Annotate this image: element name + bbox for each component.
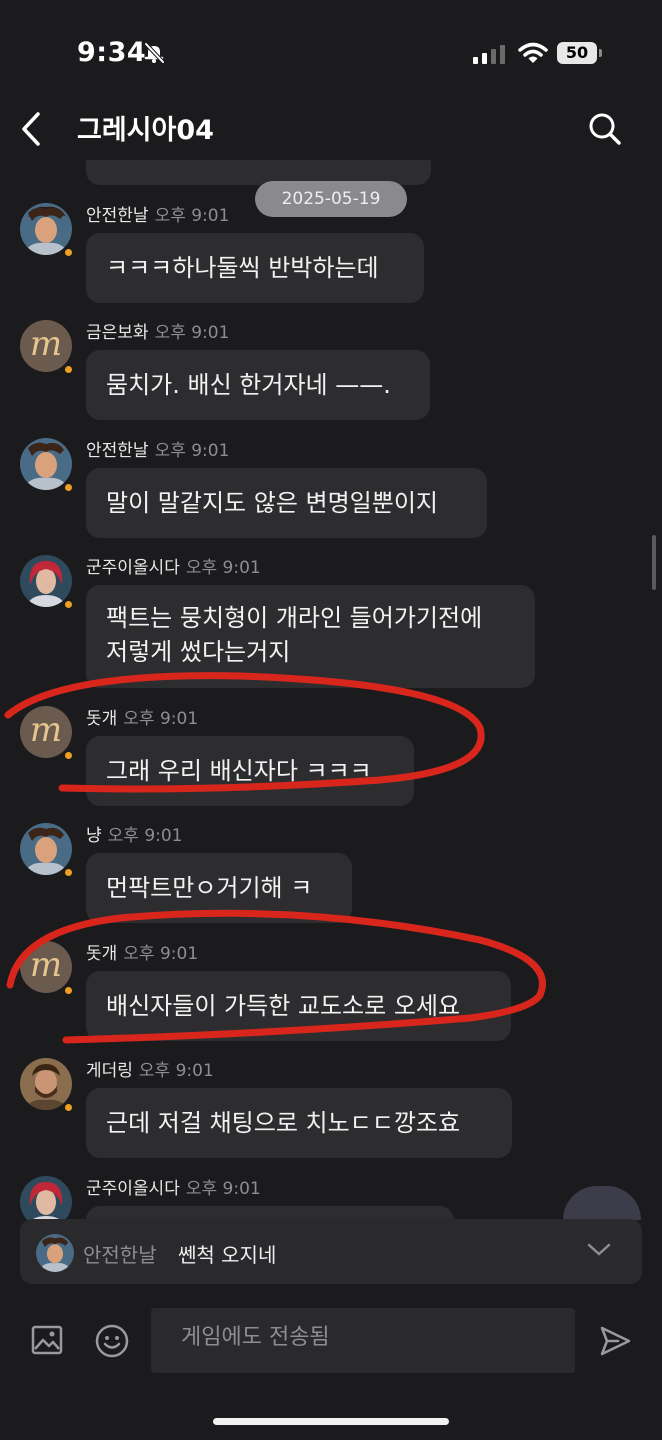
image-icon[interactable] xyxy=(31,1325,63,1355)
message-time: 오후 9:01 xyxy=(154,441,230,461)
scrollbar[interactable] xyxy=(652,535,656,590)
message-bubble[interactable]: 뭄치가. 배신 한거자네 ——. xyxy=(86,350,430,420)
sender-name: 게더링 xyxy=(86,1061,133,1081)
signal-icon xyxy=(473,45,505,64)
message-text: 근데 저걸 채팅으로 치노ㄷㄷ깡조효 xyxy=(106,1109,461,1137)
warrior-avatar-icon xyxy=(36,1234,74,1272)
message-bubble[interactable]: 그래 우리 배신자다 ㅋㅋㅋ xyxy=(86,736,414,806)
presence-dot xyxy=(63,247,74,258)
message-time: 오후 9:01 xyxy=(123,944,199,964)
message-input[interactable] xyxy=(179,1324,563,1351)
message-text: 저렇게 썼다는거지 xyxy=(106,638,291,666)
date-divider: 2025-05-19 xyxy=(255,181,407,217)
message-time: 오후 9:01 xyxy=(123,709,199,729)
message-input-field[interactable] xyxy=(151,1308,575,1373)
presence-dot xyxy=(63,867,74,878)
presence-dot xyxy=(63,364,74,375)
presence-dot xyxy=(63,599,74,610)
home-indicator xyxy=(213,1418,449,1425)
presence-dot xyxy=(63,482,74,493)
message-time: 오후 9:01 xyxy=(185,1179,261,1199)
message-text: 팩트는 뭉치형이 개라인 들어가기전에 xyxy=(106,604,483,632)
m-logo-icon: m xyxy=(29,324,63,364)
latest-message-preview[interactable]: 안전한날 쎈척 오지네 xyxy=(20,1219,642,1284)
scroll-down-button[interactable] xyxy=(563,1186,641,1220)
preview-avatar xyxy=(36,1234,74,1272)
message-text: 뭄치가. 배신 한거자네 ——. xyxy=(106,371,391,399)
status-time: 9:34 xyxy=(77,37,147,68)
presence-dot xyxy=(63,750,74,761)
message-text: 먼팍트만ㅇ거기해 ㅋ xyxy=(106,874,313,902)
m-logo-icon: m xyxy=(29,710,63,750)
message-bubble[interactable]: 배신자들이 가득한 교도소로 오세요 xyxy=(86,971,511,1041)
message-time: 오후 9:01 xyxy=(185,558,261,578)
m-logo-icon: m xyxy=(29,945,63,985)
status-bar: 9:34 50 xyxy=(0,0,662,100)
preview-sender-name: 안전한날 xyxy=(83,1243,157,1267)
message-time: 오후 9:01 xyxy=(138,1061,214,1081)
battery-cap xyxy=(599,49,602,57)
send-icon[interactable] xyxy=(598,1324,632,1358)
sender-name: 냥 xyxy=(86,826,102,846)
chevron-down-icon[interactable] xyxy=(586,1241,612,1259)
message-bubble[interactable]: ㅋㅋㅋ하나둘씩 반박하는데 xyxy=(86,233,424,303)
presence-dot xyxy=(63,1102,74,1113)
message-text: ㅋㅋㅋ하나둘씩 반박하는데 xyxy=(106,254,379,282)
message-time: 오후 9:01 xyxy=(154,206,230,226)
sender-name: 금은보화 xyxy=(86,323,149,343)
chat-header: 그레시아04 xyxy=(0,100,662,160)
sender-name: 돗개 xyxy=(86,944,118,964)
message-text: 그래 우리 배신자다 ㅋㅋㅋ xyxy=(106,757,372,785)
sender-name: 군주이올시다 xyxy=(86,1179,180,1199)
battery-indicator: 50 xyxy=(557,42,597,64)
chat-title: 그레시아04 xyxy=(77,115,214,146)
sender-name: 안전한날 xyxy=(86,206,149,226)
message-bubble[interactable] xyxy=(86,1206,454,1220)
presence-dot xyxy=(63,985,74,996)
search-icon[interactable] xyxy=(588,111,622,147)
message-bubble[interactable]: 근데 저걸 채팅으로 치노ㄷㄷ깡조효 xyxy=(86,1088,512,1158)
message-bubble[interactable]: 팩트는 뭉치형이 개라인 들어가기전에 저렇게 썼다는거지 xyxy=(86,585,535,688)
emoji-icon[interactable] xyxy=(95,1324,129,1358)
sender-name: 돗개 xyxy=(86,709,118,729)
message-bubble[interactable]: 먼팍트만ㅇ거기해 ㅋ xyxy=(86,853,352,923)
message-text: 말이 말같지도 않은 변명일뿐이지 xyxy=(106,489,439,517)
message-text: 배신자들이 가득한 교도소로 오세요 xyxy=(106,992,461,1020)
sender-name: 안전한날 xyxy=(86,441,149,461)
message-time: 오후 9:01 xyxy=(154,323,230,343)
message-bubble[interactable]: 말이 말같지도 않은 변명일뿐이지 xyxy=(86,468,487,538)
preview-text: 쎈척 오지네 xyxy=(178,1243,277,1267)
sender-name: 군주이올시다 xyxy=(86,558,180,578)
wifi-icon xyxy=(518,42,548,63)
message-time: 오후 9:01 xyxy=(107,826,183,846)
bell-muted-icon xyxy=(144,42,165,64)
back-arrow-icon[interactable] xyxy=(18,110,44,148)
